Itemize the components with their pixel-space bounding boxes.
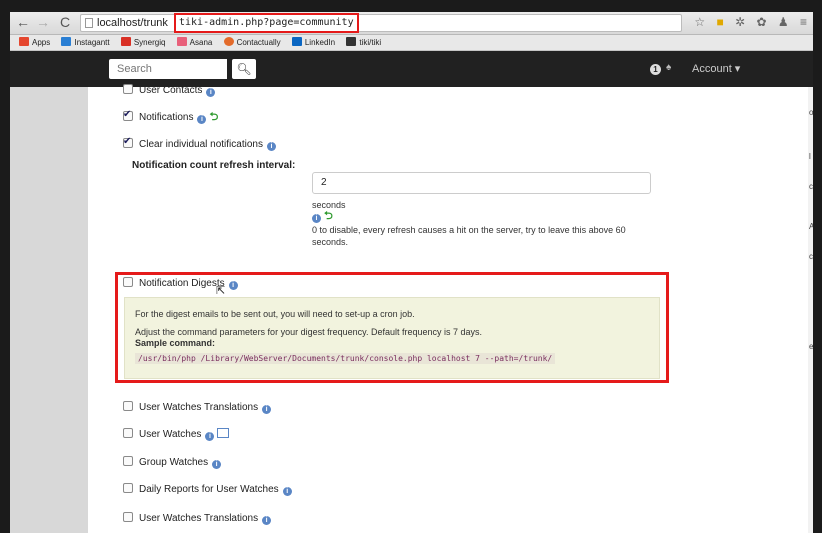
info-icon[interactable]: i (312, 214, 321, 223)
digest-command: /usr/bin/php /Library/WebServer/Document… (135, 353, 556, 364)
bookmark-apps[interactable]: Apps (19, 35, 50, 50)
url-host: localhost/trunk (97, 17, 168, 29)
info-icon[interactable]: i (228, 281, 238, 290)
checkbox[interactable] (123, 84, 133, 94)
reset-arrow-icon[interactable]: ⮌ (324, 210, 333, 222)
list-icon[interactable] (217, 428, 230, 438)
info-icon[interactable]: i (262, 516, 272, 525)
setting-label: Group Watches (139, 457, 209, 468)
setting-clear-notifications[interactable]: Clear individual notificationsi (123, 135, 276, 152)
arrow-left-icon[interactable]: ← (16, 14, 30, 30)
setting-label: User Watches Translations (139, 402, 259, 413)
mouse-cursor-icon: ⇱ (216, 285, 226, 297)
search-button[interactable]: 🔍︎ (232, 59, 256, 79)
side-panel-text: c (809, 182, 813, 191)
checkbox[interactable] (123, 277, 133, 287)
star-icon[interactable]: ☆ (694, 15, 705, 29)
bell-icon[interactable]: ♠ (666, 62, 671, 73)
url-path-highlighted: tiki-admin.php?page=community (174, 13, 359, 33)
arrow-right-icon[interactable]: → (36, 14, 50, 30)
setting-notifications[interactable]: Notificationsi⮌ (123, 108, 218, 124)
checkbox[interactable] (123, 512, 133, 522)
browser-toolbar-icons: ☆ ■ ✲ ✿ ♟ ≡ (686, 14, 807, 30)
account-menu[interactable]: Account ▾ (692, 62, 740, 75)
digest-sample-label: Sample command: (135, 338, 216, 348)
url-field[interactable]: localhost/trunk tiki-admin.php?page=comm… (80, 13, 682, 33)
side-panel-text: A (809, 222, 813, 231)
setting-daily-reports[interactable]: Daily Reports for User Watches i (123, 483, 292, 497)
extension-icon[interactable]: ■ (716, 15, 723, 29)
refresh-help-text: 0 to disable, every refresh causes a hit… (312, 225, 626, 247)
setting-label: Notification Digests (139, 278, 225, 289)
extension-person-icon[interactable]: ♟ (778, 15, 789, 29)
digest-info-panel: For the digest emails to be sent out, yo… (124, 297, 660, 379)
setting-label: Notifications (139, 112, 194, 123)
notification-count-badge[interactable]: 1 (650, 64, 661, 75)
side-panel-text: l (809, 152, 811, 161)
reset-arrow-icon[interactable]: ⮌ (209, 110, 218, 124)
info-icon[interactable]: i (197, 115, 207, 124)
checkbox[interactable] (123, 456, 133, 466)
checkbox[interactable] (123, 428, 133, 438)
checkbox[interactable] (123, 483, 133, 493)
checkbox[interactable] (123, 135, 133, 149)
setting-label: Clear individual notifications (139, 139, 263, 150)
bookmark-tiki[interactable]: tiki/tiki (346, 35, 381, 50)
checkbox[interactable] (123, 108, 133, 122)
bookmark-synergiq[interactable]: Synergiq (120, 35, 165, 50)
search-icon: 🔍︎ (236, 62, 252, 76)
address-bar: ← → C localhost/trunk tiki-admin.php?pag… (10, 12, 813, 35)
setting-user-contacts[interactable]: User Contacts i (123, 84, 216, 98)
side-panel-text: e (809, 342, 813, 351)
setting-user-watches[interactable]: User Watches i (123, 428, 230, 442)
refresh-interval-label: Notification count refresh interval: (132, 160, 296, 171)
search-input[interactable] (109, 59, 227, 79)
bookmark-linkedin[interactable]: LinkedIn (291, 35, 335, 50)
reload-icon[interactable]: C (58, 14, 72, 30)
info-icon[interactable]: i (212, 460, 222, 469)
gear-icon[interactable]: ✿ (756, 15, 766, 29)
refresh-help-icons: i ⮌ (312, 210, 333, 223)
side-panel-text: o (809, 108, 813, 117)
bookmark-contactually[interactable]: Contactually (223, 35, 281, 50)
setting-label: User Watches Translations (139, 513, 259, 524)
refresh-interval-input[interactable]: 2 (312, 172, 651, 194)
site-navbar: 🔍︎ 1 ♠ Account ▾ (10, 51, 813, 87)
setting-label: Daily Reports for User Watches (139, 484, 279, 495)
bookmark-asana[interactable]: Asana (176, 35, 212, 50)
info-icon[interactable]: i (262, 405, 272, 414)
setting-label: User Contacts (139, 85, 203, 96)
side-panel-text: c (809, 252, 813, 261)
setting-group-watches[interactable]: Group Watches i (123, 456, 222, 470)
setting-user-watches-translations[interactable]: User Watches Translations i (123, 401, 272, 415)
digest-text-2: Adjust the command parameters for your d… (135, 327, 483, 337)
info-icon[interactable]: i (266, 142, 276, 151)
menu-icon[interactable]: ≡ (800, 15, 807, 29)
digest-text-1: For the digest emails to be sent out, yo… (135, 309, 415, 319)
bookmark-instagantt[interactable]: Instagantt (61, 35, 110, 50)
setting-user-watches-translations-2[interactable]: User Watches Translations i (123, 512, 272, 526)
checkbox[interactable] (123, 401, 133, 411)
setting-label: User Watches (139, 429, 202, 440)
page-icon (85, 18, 93, 28)
bookmarks-bar: Apps Instagantt Synergiq Asana Contactua… (10, 35, 813, 51)
info-icon[interactable]: i (282, 487, 292, 496)
browser-window: ← → C localhost/trunk tiki-admin.php?pag… (10, 12, 813, 533)
info-icon[interactable]: i (206, 88, 216, 97)
info-icon[interactable]: i (205, 432, 215, 441)
extension-puzzle-icon[interactable]: ✲ (735, 15, 745, 29)
